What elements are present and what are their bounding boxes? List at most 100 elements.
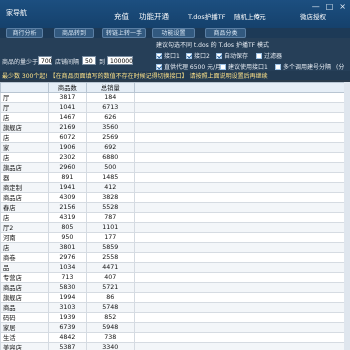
table-row[interactable]: 旗舰店 2169 3560 — [0, 122, 350, 133]
header-goods-count[interactable]: 商品数 — [47, 82, 87, 93]
total-sales-cell: 3560 — [85, 122, 135, 133]
tab-convert[interactable]: 转链上转一手 — [102, 28, 146, 38]
shop-name-cell: 家 — [0, 142, 49, 153]
minimize-icon[interactable]: — — [312, 2, 320, 11]
table-row[interactable]: 专营店 713 407 — [0, 272, 350, 283]
checkbox-api2[interactable] — [186, 53, 192, 59]
goods-count-cell: 2156 — [47, 202, 87, 213]
shop-name-cell: 美容店 — [0, 342, 49, 350]
table-row[interactable]: 店 4319 787 — [0, 212, 350, 223]
table-row[interactable]: 商品店 4309 3828 — [0, 192, 350, 203]
empty-cell — [133, 322, 350, 333]
goods-count-cell: 4319 — [47, 212, 87, 223]
table-row[interactable]: 商卷 2976 2558 — [0, 252, 350, 263]
table-row[interactable]: 厅 3817 184 — [0, 92, 350, 103]
goods-count-cell: 1906 — [47, 142, 87, 153]
filter-label: 过滤器 — [264, 53, 283, 60]
shop-name-cell: 家居 — [0, 322, 49, 333]
empty-cell — [133, 122, 350, 133]
total-sales-cell: 1485 — [85, 172, 135, 183]
checkbox-filter[interactable] — [256, 53, 262, 59]
header-shop[interactable] — [0, 82, 49, 93]
shop-name-cell: 店 — [0, 112, 49, 123]
table-row[interactable]: 生活 4842 738 — [0, 332, 350, 343]
table-row[interactable]: 春店 2156 5528 — [0, 202, 350, 213]
table-row[interactable]: 品 1034 4471 — [0, 262, 350, 273]
tab-categories[interactable]: 商品分类 — [205, 28, 246, 38]
api2-label: 接口2 — [194, 53, 210, 60]
checkbox-direct-agent[interactable] — [156, 64, 162, 70]
tab-analysis[interactable]: 商行分析 — [6, 28, 43, 38]
max-input[interactable]: 100000 — [107, 56, 133, 65]
close-icon[interactable]: × — [339, 2, 346, 11]
checkbox-use-api1[interactable] — [220, 64, 226, 70]
header-total-sales[interactable]: 总销量 — [85, 82, 135, 93]
recharge-menu[interactable]: 充值 — [114, 11, 129, 22]
checkbox-autosave[interactable] — [216, 53, 222, 59]
empty-cell — [133, 292, 350, 303]
table-row[interactable]: 商定制 1941 412 — [0, 182, 350, 193]
goods-count-cell: 1994 — [47, 292, 87, 303]
table-row[interactable]: 旗舰店 1994 86 — [0, 292, 350, 303]
commodity-input[interactable]: 700 — [38, 56, 52, 65]
shop-name-cell: 旗品店 — [0, 162, 49, 173]
goods-count-cell: 4842 — [47, 332, 87, 343]
shop-name-cell: 码码 — [0, 312, 49, 323]
shop-name-cell: 厅 — [0, 92, 49, 103]
goods-count-cell: 6739 — [47, 322, 87, 333]
shop-name-cell: 商品 — [0, 302, 49, 313]
table-row[interactable]: 厅2 805 1101 — [0, 222, 350, 233]
table-row[interactable]: 商品 3103 5748 — [0, 302, 350, 313]
top-bar: 家导航 充值 功能开通 T.dos护播TF 随机上传 0元 微店授权 — □ × — [0, 0, 350, 28]
table-row[interactable]: 码码 1939 852 — [0, 312, 350, 323]
shop-name-cell: 旗舰店 — [0, 292, 49, 303]
goods-count-cell: 1034 — [47, 262, 87, 273]
goods-count-cell: 3817 — [47, 92, 87, 103]
table-row[interactable]: 河南 950 177 — [0, 232, 350, 243]
total-sales-cell: 5721 — [85, 282, 135, 293]
total-sales-cell: 5859 — [85, 242, 135, 253]
goods-count-cell: 950 — [47, 232, 87, 243]
table-row[interactable]: 店 3801 5859 — [0, 242, 350, 253]
tab-transfer[interactable]: 商品转到 — [54, 28, 94, 38]
table-row[interactable]: 店 1467 626 — [0, 112, 350, 123]
use-api1-label: 建议使用接口1 — [228, 64, 268, 71]
table-row[interactable]: 店 6072 2569 — [0, 132, 350, 143]
commodity-label: 商品的量少于 — [2, 59, 39, 66]
table-row[interactable]: 器 891 1485 — [0, 172, 350, 183]
table-row[interactable]: 家 1906 692 — [0, 142, 350, 153]
table-row[interactable]: 旗品店 2960 500 — [0, 162, 350, 173]
maximize-icon[interactable]: □ — [326, 2, 334, 11]
table-row[interactable]: 美容店 5387 3340 — [0, 342, 350, 350]
interval-input[interactable]: 50 — [82, 56, 96, 65]
auth-menu[interactable]: 微店授权 — [300, 11, 326, 21]
table-row[interactable]: 店 2302 6880 — [0, 152, 350, 163]
table-row[interactable]: 家居 6739 5948 — [0, 322, 350, 333]
goods-count-cell: 891 — [47, 172, 87, 183]
empty-cell — [133, 262, 350, 273]
goods-count-cell: 805 — [47, 222, 87, 233]
total-sales-cell: 738 — [85, 332, 135, 343]
header-extra — [133, 82, 350, 93]
empty-cell — [133, 222, 350, 233]
tab-settings[interactable]: 功能设置 — [152, 28, 195, 38]
checkbox-api1[interactable] — [156, 53, 162, 59]
total-sales-cell: 177 — [85, 232, 135, 243]
empty-cell — [133, 152, 350, 163]
goods-count-cell: 6072 — [47, 132, 87, 143]
to-label: 到 — [99, 59, 106, 66]
table-row[interactable]: 商品店 5830 5721 — [0, 282, 350, 293]
total-sales-cell: 184 — [85, 92, 135, 103]
vertical-scrollbar[interactable] — [344, 82, 350, 350]
shop-name-cell: 厅 — [0, 102, 49, 113]
goods-count-cell: 2169 — [47, 122, 87, 133]
checkbox-multi-call[interactable] — [275, 64, 281, 70]
empty-cell — [133, 312, 350, 323]
empty-cell — [133, 202, 350, 213]
table-row[interactable]: 厅 1041 6713 — [0, 102, 350, 113]
empty-cell — [133, 332, 350, 343]
goods-count-cell: 2302 — [47, 152, 87, 163]
shop-name-cell: 商品店 — [0, 282, 49, 293]
feature-activate-menu[interactable]: 功能开通 — [139, 11, 169, 22]
tdos-menu[interactable]: T.dos护播TF — [188, 11, 225, 21]
